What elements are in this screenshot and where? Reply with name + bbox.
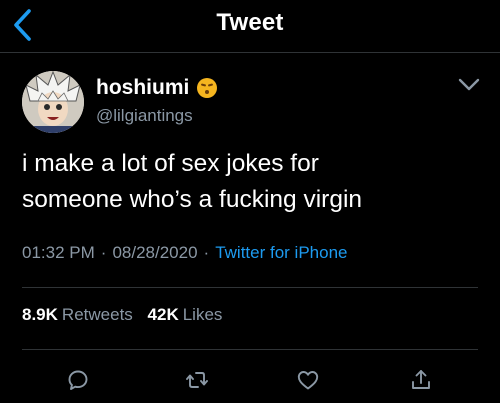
- action-bar: [0, 365, 500, 395]
- tweet-text-line: someone who’s a fucking virgin: [22, 186, 363, 213]
- tweet-stats: 8.9K Retweets 42K Likes: [22, 305, 222, 325]
- like-icon[interactable]: [296, 368, 320, 392]
- tweet-meta: 01:32 PM · 08/28/2020 · Twitter for iPhone: [22, 243, 347, 263]
- likes-count: 42K: [147, 305, 179, 324]
- top-bar: Tweet: [0, 0, 500, 53]
- tweet-text-line: i make a lot of sex jokes for: [22, 150, 319, 177]
- avatar-image: [22, 71, 84, 133]
- retweets-stat[interactable]: 8.9K Retweets: [22, 305, 133, 324]
- separator-dot: ·: [203, 243, 210, 262]
- divider: [22, 287, 478, 288]
- tweet-date: 08/28/2020: [112, 243, 198, 262]
- retweets-label: Retweets: [61, 305, 133, 324]
- tweet-source-link[interactable]: Twitter for iPhone: [215, 243, 347, 262]
- author-handle[interactable]: @lilgiantings: [96, 106, 193, 126]
- chevron-down-icon[interactable]: [456, 74, 482, 94]
- kissing-face-emoji-icon: [197, 78, 218, 98]
- avatar[interactable]: [22, 71, 84, 133]
- reply-icon[interactable]: [66, 368, 90, 392]
- retweet-icon[interactable]: [185, 368, 209, 392]
- likes-label: Likes: [182, 305, 223, 324]
- divider: [22, 349, 478, 350]
- retweets-count: 8.9K: [22, 305, 58, 324]
- tweet-text: i make a lot of sex jokes for someone wh…: [22, 146, 482, 218]
- page-title: Tweet: [216, 9, 284, 36]
- likes-stat[interactable]: 42K Likes: [148, 305, 223, 324]
- author-name[interactable]: hoshiumi: [96, 76, 189, 100]
- tweet-time: 01:32 PM: [22, 243, 95, 262]
- separator-dot: ·: [100, 243, 107, 262]
- share-icon[interactable]: [409, 368, 433, 392]
